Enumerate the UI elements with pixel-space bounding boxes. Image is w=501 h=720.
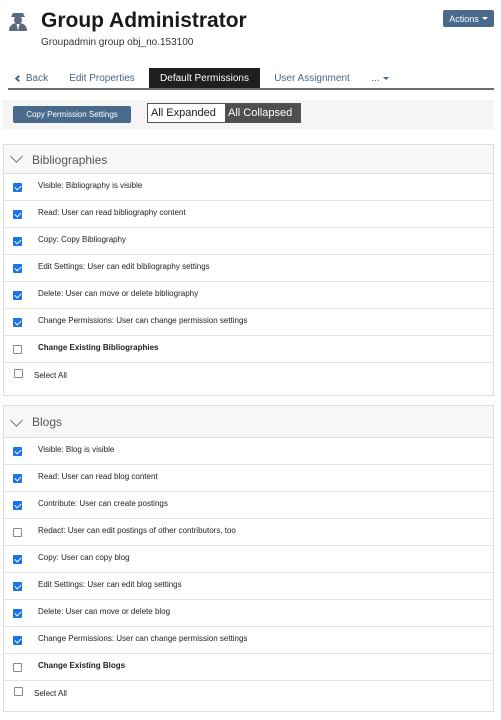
chevron-down-icon [10,414,23,427]
permission-label: Edit Settings: User can edit blog settin… [38,580,182,589]
permission-label: Redact: User can edit postings of other … [38,526,236,535]
permission-checkbox[interactable] [13,663,22,672]
permission-row: Delete: User can move or delete blog [4,600,493,627]
permission-label: Read: User can read bibliography content [38,208,186,217]
caret-down-icon [481,17,488,20]
all-collapsed-button[interactable]: All Collapsed [225,104,300,122]
page-title: Group Administrator [41,9,247,32]
select-all-checkbox[interactable] [14,687,23,696]
tab-back[interactable]: Back [12,68,52,88]
expand-collapse-toggle: All Expanded All Collapsed [147,103,301,123]
tab-back-label: Back [25,72,49,84]
tab-edit-properties[interactable]: Edit Properties [62,68,142,88]
permission-checkbox[interactable] [13,528,22,537]
permission-checkbox[interactable] [13,501,22,510]
permission-row: Read: User can read bibliography content [4,201,493,228]
permission-row: Contribute: User can create postings [4,492,493,519]
permission-row: Change Existing Blogs [4,654,493,681]
permission-label: Change Permissions: User can change perm… [38,634,248,643]
permission-label: Delete: User can move or delete blog [38,607,171,616]
permission-row: Copy: User can copy blog [4,546,493,573]
select-all-row: Select All [4,681,493,708]
permission-row: Delete: User can move or delete bibliogr… [4,282,493,309]
permission-label: Change Existing Bibliographies [38,343,159,352]
permission-label: Read: User can read blog content [38,472,158,481]
bibliographies-permission-list: Visible: Bibliography is visible Read: Us… [4,174,493,390]
permission-checkbox[interactable] [13,264,22,273]
permission-row: Redact: User can edit postings of other … [4,519,493,546]
permission-row: Visible: Blog is visible [4,438,493,465]
blogs-permission-list: Visible: Blog is visible Read: User can r… [4,438,493,708]
select-all-row: Select All [4,363,493,390]
permission-label: Copy: User can copy blog [38,553,130,562]
permission-checkbox[interactable] [13,183,22,192]
permission-row: Visible: Bibliography is visible [4,174,493,201]
permissions-toolbar: Copy Permission Settings All Expanded Al… [2,100,494,129]
permission-row: Copy: Copy Bibliography [4,228,493,255]
permission-checkbox[interactable] [13,318,22,327]
permission-row: Edit Settings: User can edit bibliograph… [4,255,493,282]
select-all-checkbox[interactable] [14,369,23,378]
blogs-panel: Blogs Visible: Blog is visible Read: User… [3,405,494,712]
permission-row: Change Permissions: User can change perm… [4,627,493,654]
permission-label: Change Permissions: User can change perm… [38,316,248,325]
select-all-label: Select All [34,371,67,380]
caret-down-icon [382,76,389,80]
permission-checkbox[interactable] [13,345,22,354]
permission-checkbox[interactable] [13,447,22,456]
all-expanded-button[interactable]: All Expanded [148,104,225,122]
permission-checkbox[interactable] [13,555,22,564]
permission-row: Change Existing Bibliographies [4,336,493,363]
tab-bar: Back Edit Properties Default Permissions… [8,68,494,90]
permission-label: Edit Settings: User can edit bibliograph… [38,262,210,271]
permission-label: Visible: Bibliography is visible [38,181,143,190]
select-all-label: Select All [34,689,67,698]
page-header: Group Administrator Groupadmin group obj… [0,0,501,62]
bibliographies-panel: Bibliographies Visible: Bibliography is … [3,144,494,396]
permission-label: Change Existing Blogs [38,661,126,670]
permission-label: Copy: Copy Bibliography [38,235,127,244]
permission-checkbox[interactable] [13,636,22,645]
permission-checkbox[interactable] [13,237,22,246]
permission-checkbox[interactable] [13,291,22,300]
page-subtitle: Groupadmin group obj_no.153100 [41,37,194,48]
bibliographies-panel-header[interactable]: Bibliographies [4,145,493,174]
permission-label: Contribute: User can create postings [38,499,168,508]
panel-title: Bibliographies [32,153,108,167]
blogs-panel-header[interactable]: Blogs [4,406,493,438]
chevron-down-icon [10,150,23,163]
permission-row: Edit Settings: User can edit blog settin… [4,573,493,600]
permission-label: Delete: User can move or delete bibliogr… [38,289,199,298]
chevron-left-icon [14,74,22,82]
group-admin-user-icon [9,13,27,31]
tab-more-label: ... [371,72,380,84]
actions-dropdown-button[interactable]: Actions [443,10,494,27]
tab-default-permissions[interactable]: Default Permissions [149,68,260,88]
permission-checkbox[interactable] [13,582,22,591]
permission-label: Visible: Blog is visible [38,445,115,454]
permission-checkbox[interactable] [13,609,22,618]
tab-more-dropdown[interactable]: ... [368,68,392,88]
permission-row: Change Permissions: User can change perm… [4,309,493,336]
actions-label: Actions [449,13,479,24]
permission-checkbox[interactable] [13,474,22,483]
tab-user-assignment[interactable]: User Assignment [266,68,358,88]
permission-checkbox[interactable] [13,210,22,219]
copy-permission-settings-button[interactable]: Copy Permission Settings [13,106,131,123]
permission-row: Read: User can read blog content [4,465,493,492]
panel-title: Blogs [32,415,63,429]
